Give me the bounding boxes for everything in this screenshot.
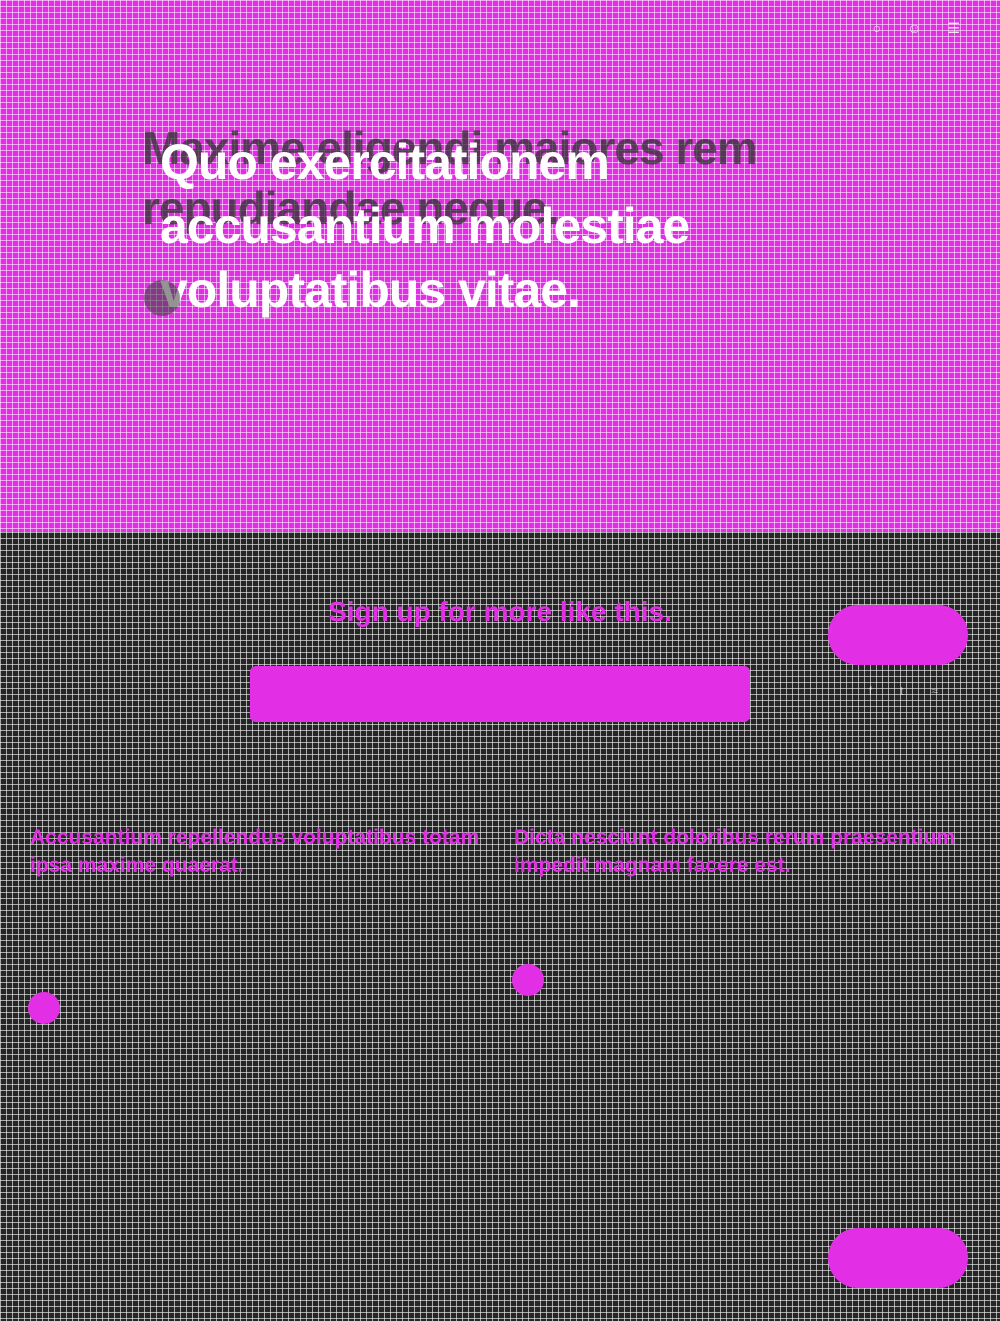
twitter-icon[interactable]: t	[900, 684, 903, 698]
email-input[interactable]	[250, 666, 750, 722]
search-icon[interactable]: ○	[873, 20, 881, 37]
facebook-icon[interactable]: f	[869, 684, 872, 698]
menu-icon[interactable]: ☰	[947, 20, 960, 37]
author-avatar[interactable]	[144, 280, 180, 316]
subscribe-button[interactable]	[828, 605, 968, 665]
card-title[interactable]: Accusantium repellendus voluptatibus tot…	[30, 824, 480, 880]
post-title[interactable]: Quo exercitationem accusantium molestiae…	[160, 130, 860, 322]
subscribe-button[interactable]	[828, 1228, 968, 1288]
top-navigation	[48, 22, 86, 34]
account-icon[interactable]: ☺	[907, 20, 921, 37]
hero-section: ○ ☺ ☰ Maxime eligendi maiores rem repudi…	[0, 0, 1000, 532]
card-author-avatar[interactable]	[512, 964, 544, 996]
rss-icon[interactable]: ≈	[931, 684, 938, 698]
card-author-avatar[interactable]	[28, 992, 60, 1024]
card-title[interactable]: Dicta nesciunt doloribus rerum praesenti…	[514, 824, 974, 880]
social-icons: f t ≈	[869, 684, 938, 698]
top-icons: ○ ☺ ☰	[873, 20, 960, 37]
